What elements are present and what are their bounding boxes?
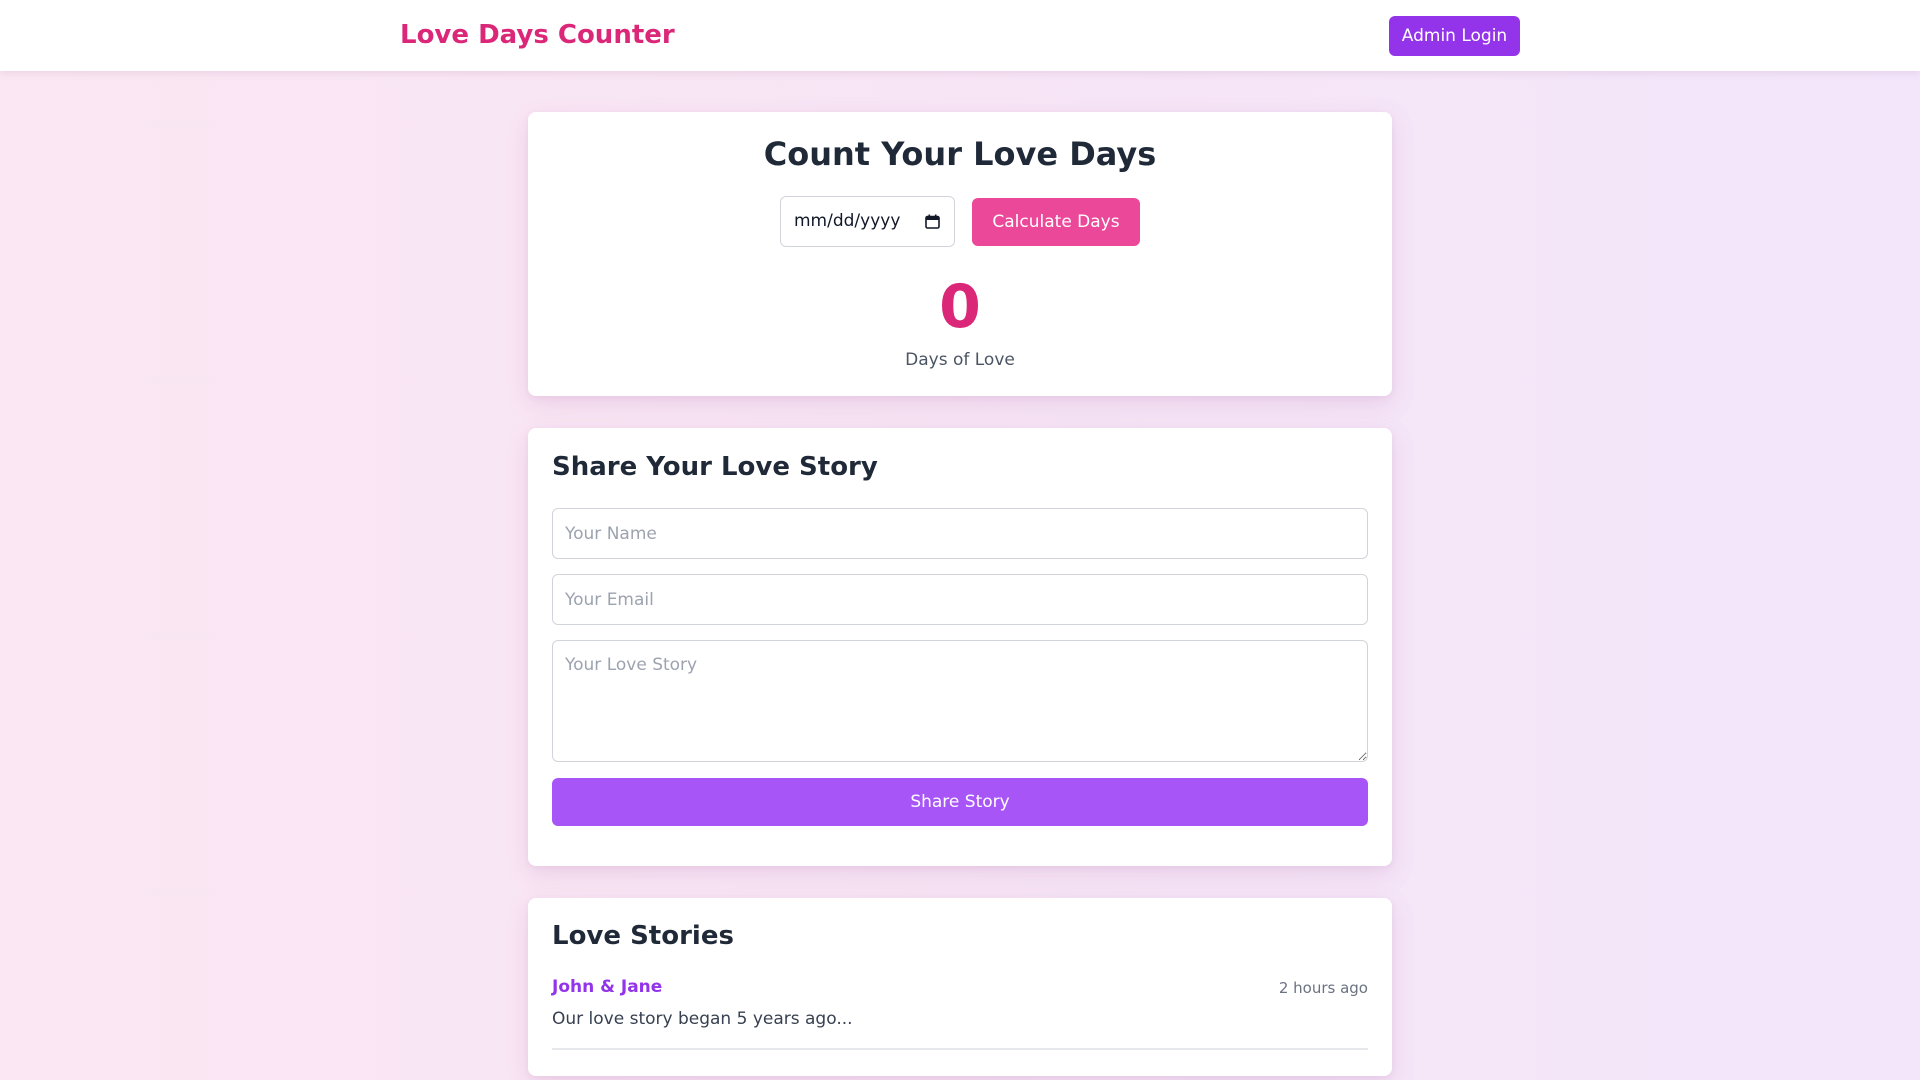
admin-login-button[interactable]: Admin Login xyxy=(1389,16,1520,56)
story-timestamp: 2 hours ago xyxy=(1278,979,1368,997)
love-stories-card: Love Stories John & Jane 2 hours ago Our… xyxy=(528,898,1392,1076)
love-days-counter-card: Count Your Love Days mm/dd/yyyy Calculat… xyxy=(528,112,1392,396)
story-text: Our love story began 5 years ago... xyxy=(552,1009,853,1029)
share-story-title: Share Your Love Story xyxy=(552,452,878,482)
love-stories-title: Love Stories xyxy=(552,921,734,951)
love-story-field[interactable] xyxy=(552,640,1368,762)
email-field[interactable] xyxy=(552,574,1368,625)
days-count-value: 0 xyxy=(939,272,981,342)
counter-title: Count Your Love Days xyxy=(763,135,1157,173)
share-story-card: Share Your Love Story Share Story xyxy=(528,428,1392,866)
name-field[interactable] xyxy=(552,508,1368,559)
date-input-placeholder: mm/dd/yyyy xyxy=(794,211,901,231)
brand-title[interactable]: Love Days Counter xyxy=(400,18,675,52)
start-date-input[interactable]: mm/dd/yyyy xyxy=(780,196,955,247)
calculate-days-button[interactable]: Calculate Days xyxy=(972,198,1140,246)
days-count-label: Days of Love xyxy=(905,350,1015,370)
story-author: John & Jane xyxy=(552,977,663,997)
top-navbar: Love Days Counter Admin Login xyxy=(0,0,1920,71)
share-story-button[interactable]: Share Story xyxy=(552,778,1368,826)
calendar-icon[interactable] xyxy=(925,214,940,229)
story-list-item: John & Jane 2 hours ago Our love story b… xyxy=(552,976,1368,1050)
